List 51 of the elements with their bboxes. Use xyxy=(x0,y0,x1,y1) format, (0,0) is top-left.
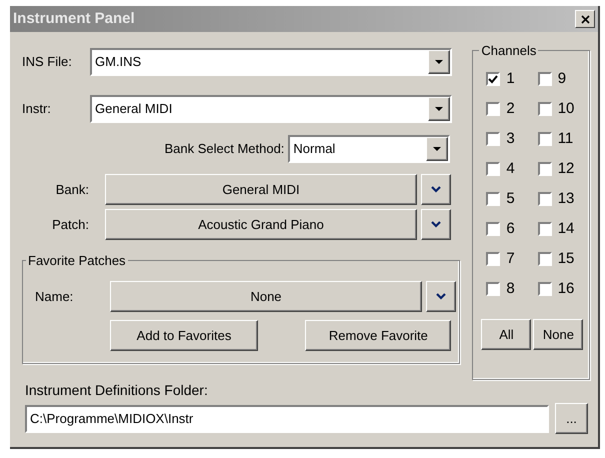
check-icon xyxy=(488,74,498,84)
dropdown-arrow-icon xyxy=(435,107,443,111)
chevron-icon xyxy=(436,293,446,300)
field-label: INS File: xyxy=(22,53,73,72)
channel-checkbox[interactable]: 2 xyxy=(486,99,538,119)
bank-select-button[interactable]: General MIDI xyxy=(105,174,417,205)
folder-path-field[interactable]: C:\Programme\MIDIOX\Instr xyxy=(25,404,549,432)
instrument-dropdown[interactable]: General MIDI xyxy=(90,95,452,123)
dropdown-arrow-button[interactable] xyxy=(426,137,448,161)
channel-checkbox[interactable]: 12 xyxy=(538,159,589,179)
channel-checkbox[interactable]: 9 xyxy=(538,69,589,89)
window-title: Instrument Panel xyxy=(13,8,135,29)
channel-checkbox[interactable]: 13 xyxy=(538,189,589,209)
field-label: Instr: xyxy=(22,100,52,118)
dropdown-arrow-button[interactable] xyxy=(428,50,450,74)
channel-checkbox[interactable]: 14 xyxy=(538,219,589,239)
channel-checkbox[interactable]: 3 xyxy=(486,129,538,149)
close-button[interactable] xyxy=(575,10,595,28)
channel-checkbox[interactable]: 10 xyxy=(538,99,589,119)
field-label: Name: xyxy=(34,288,74,306)
dropdown-arrow-icon xyxy=(433,147,442,151)
bank-select-method-dropdown[interactable]: Normal xyxy=(288,135,450,163)
field-label: Bank: xyxy=(54,180,90,199)
chevron-button[interactable] xyxy=(421,174,451,205)
favorite-select-button[interactable]: None xyxy=(110,281,422,312)
channel-checkbox[interactable]: 11 xyxy=(538,129,589,149)
browse-button[interactable]: ... xyxy=(555,403,588,434)
chevron-icon xyxy=(431,221,441,228)
field-label: Instrument Definitions Folder: xyxy=(25,381,209,400)
close-icon xyxy=(580,14,590,24)
all-button[interactable]: All xyxy=(481,319,532,350)
ins-file-dropdown[interactable]: GM.INS xyxy=(90,48,452,76)
field-label: Bank Select Method: xyxy=(164,140,284,158)
dropdown-arrow-button[interactable] xyxy=(428,97,450,121)
remove-favorite-button[interactable]: Remove Favorite xyxy=(305,320,452,351)
channel-checkbox[interactable]: 7 xyxy=(486,249,538,269)
channel-checkbox[interactable]: 8 xyxy=(486,279,538,299)
none-button[interactable]: None xyxy=(533,319,584,350)
chevron-button[interactable] xyxy=(426,281,456,312)
channel-checkbox[interactable]: 5 xyxy=(486,189,538,209)
channel-checkbox[interactable]: 15 xyxy=(538,249,589,269)
field-label: Patch: xyxy=(51,216,90,234)
channel-checkbox[interactable]: 16 xyxy=(538,279,589,299)
channel-checkbox[interactable]: 1 xyxy=(486,69,538,89)
channel-checkbox[interactable]: 6 xyxy=(486,219,538,239)
add-favorite-button[interactable]: Add to Favorites xyxy=(110,320,258,351)
channel-checkbox[interactable]: 4 xyxy=(486,159,538,179)
chevron-button[interactable] xyxy=(421,209,451,240)
chevron-icon xyxy=(431,186,441,193)
dropdown-arrow-icon xyxy=(435,60,443,64)
patch-select-button[interactable]: Acoustic Grand Piano xyxy=(105,209,417,240)
